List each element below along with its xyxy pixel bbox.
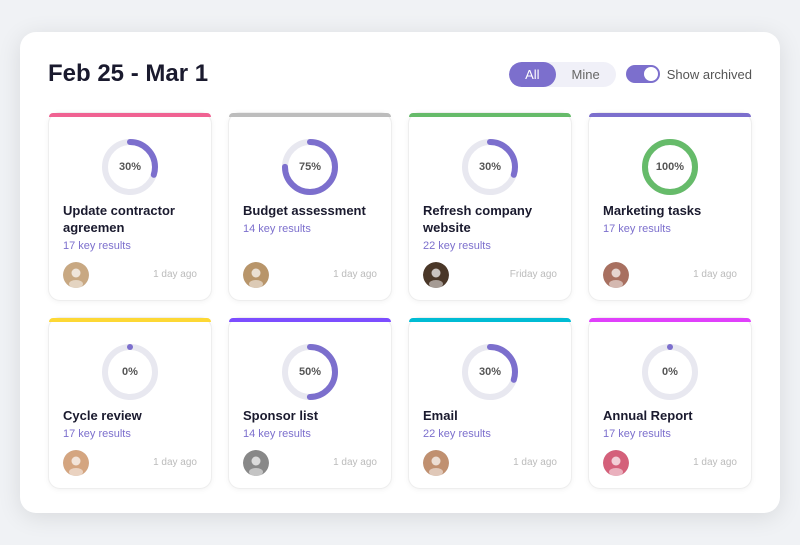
page-title: Feb 25 - Mar 1 <box>48 60 208 88</box>
avatar <box>423 450 449 476</box>
card-footer: 1 day ago <box>423 450 557 476</box>
card-title: Cycle review <box>63 408 142 425</box>
donut-label: 30% <box>479 366 501 378</box>
card-time: 1 day ago <box>693 457 737 468</box>
card-top-border <box>229 318 391 322</box>
header-controls: All Mine Show archived <box>509 62 752 87</box>
card-top-border <box>589 318 751 322</box>
card-title: Annual Report <box>603 408 693 425</box>
card-footer: 1 day ago <box>243 450 377 476</box>
card-6[interactable]: 50% Sponsor list 14 key results 1 day ago <box>228 317 392 489</box>
card-progress-area: 30% <box>423 344 557 400</box>
card-title: Refresh company website <box>423 203 557 237</box>
avatar <box>63 262 89 288</box>
card-title: Sponsor list <box>243 408 318 425</box>
cards-grid: 30% Update contractor agreemen 17 key resu… <box>48 112 752 489</box>
card-time: 1 day ago <box>693 269 737 280</box>
donut-label: 0% <box>122 366 138 378</box>
donut-chart: 0% <box>102 344 158 400</box>
donut-label: 75% <box>299 161 321 173</box>
card-top-border <box>229 113 391 117</box>
filter-all-button[interactable]: All <box>509 62 555 87</box>
donut-chart: 75% <box>282 139 338 195</box>
card-top-border <box>589 113 751 117</box>
card-top-border <box>49 318 211 322</box>
avatar <box>243 450 269 476</box>
card-time: 1 day ago <box>153 269 197 280</box>
toggle-label: Show archived <box>667 67 752 82</box>
card-key-results: 17 key results <box>63 240 131 252</box>
card-footer: 1 day ago <box>63 450 197 476</box>
card-progress-area: 30% <box>63 139 197 195</box>
card-top-border <box>49 113 211 117</box>
donut-chart: 50% <box>282 344 338 400</box>
header: Feb 25 - Mar 1 All Mine Show archived <box>48 60 752 88</box>
card-key-results: 22 key results <box>423 428 491 440</box>
card-key-results: 14 key results <box>243 223 311 235</box>
avatar <box>603 262 629 288</box>
donut-label: 30% <box>119 161 141 173</box>
donut-label: 100% <box>656 161 684 173</box>
avatar <box>243 262 269 288</box>
donut-chart: 0% <box>642 344 698 400</box>
card-title: Email <box>423 408 458 425</box>
avatar <box>423 262 449 288</box>
avatar <box>603 450 629 476</box>
card-title: Marketing tasks <box>603 203 701 220</box>
card-key-results: 17 key results <box>603 428 671 440</box>
card-title: Update contractor agreemen <box>63 203 197 237</box>
card-progress-area: 100% <box>603 139 737 195</box>
card-5[interactable]: 0% Cycle review 17 key results 1 day ago <box>48 317 212 489</box>
card-progress-area: 50% <box>243 344 377 400</box>
avatar <box>63 450 89 476</box>
card-progress-area: 75% <box>243 139 377 195</box>
donut-label: 50% <box>299 366 321 378</box>
card-progress-area: 0% <box>603 344 737 400</box>
card-time: 1 day ago <box>333 457 377 468</box>
card-time: 1 day ago <box>513 457 557 468</box>
filter-group: All Mine <box>509 62 616 87</box>
card-time: 1 day ago <box>333 269 377 280</box>
card-footer: 1 day ago <box>603 450 737 476</box>
show-archived-toggle[interactable] <box>626 65 660 83</box>
card-footer: 1 day ago <box>603 262 737 288</box>
card-footer: 1 day ago <box>243 262 377 288</box>
card-key-results: 14 key results <box>243 428 311 440</box>
donut-chart: 30% <box>462 139 518 195</box>
card-3[interactable]: 30% Refresh company website 22 key results… <box>408 112 572 301</box>
card-progress-area: 0% <box>63 344 197 400</box>
toggle-group: Show archived <box>626 65 752 83</box>
card-key-results: 17 key results <box>603 223 671 235</box>
card-title: Budget assessment <box>243 203 366 220</box>
card-2[interactable]: 75% Budget assessment 14 key results 1 day… <box>228 112 392 301</box>
card-top-border <box>409 318 571 322</box>
card-8[interactable]: 0% Annual Report 17 key results 1 day ago <box>588 317 752 489</box>
card-footer: 1 day ago <box>63 262 197 288</box>
app-container: Feb 25 - Mar 1 All Mine Show archived 30… <box>20 32 780 513</box>
donut-chart: 30% <box>462 344 518 400</box>
card-time: Friday ago <box>510 269 557 280</box>
donut-label: 0% <box>662 366 678 378</box>
card-4[interactable]: 100% Marketing tasks 17 key results 1 day … <box>588 112 752 301</box>
card-key-results: 22 key results <box>423 240 491 252</box>
card-1[interactable]: 30% Update contractor agreemen 17 key resu… <box>48 112 212 301</box>
card-key-results: 17 key results <box>63 428 131 440</box>
card-footer: Friday ago <box>423 262 557 288</box>
filter-mine-button[interactable]: Mine <box>556 62 616 87</box>
donut-chart: 30% <box>102 139 158 195</box>
card-time: 1 day ago <box>153 457 197 468</box>
donut-chart: 100% <box>642 139 698 195</box>
card-top-border <box>409 113 571 117</box>
donut-label: 30% <box>479 161 501 173</box>
card-progress-area: 30% <box>423 139 557 195</box>
card-7[interactable]: 30% Email 22 key results 1 day ago <box>408 317 572 489</box>
